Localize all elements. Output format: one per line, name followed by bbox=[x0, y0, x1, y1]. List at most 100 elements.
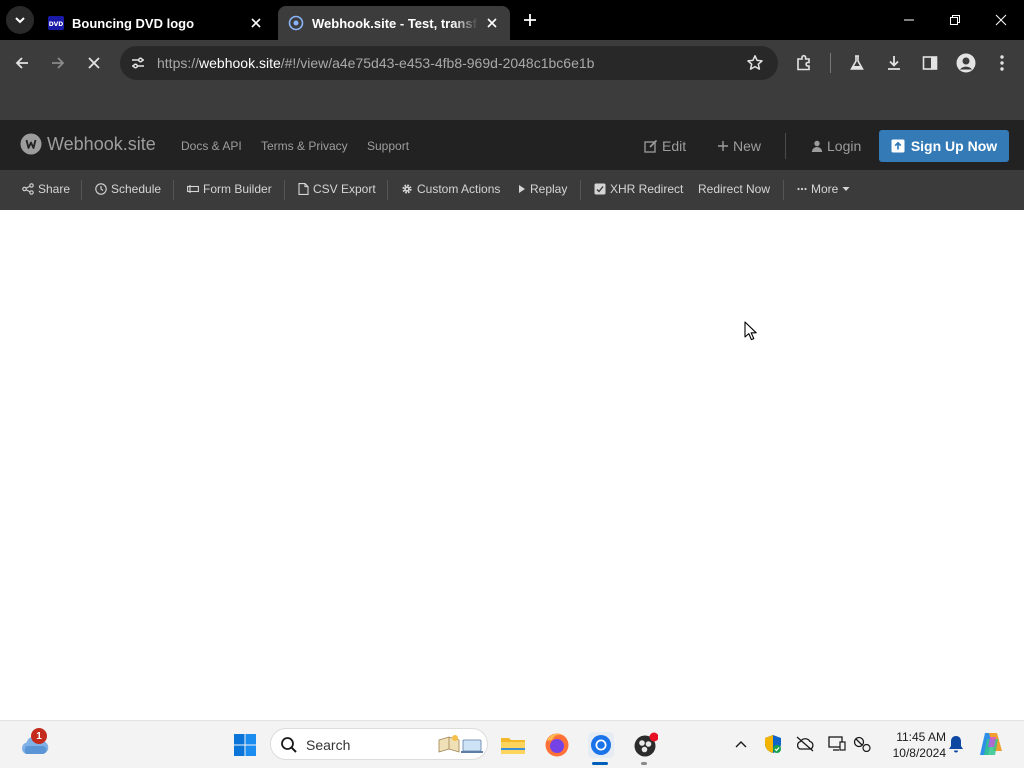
close-icon[interactable] bbox=[484, 15, 500, 31]
firefox-icon bbox=[545, 733, 569, 757]
clock-time: 11:45 AM bbox=[896, 730, 946, 744]
stop-loading-button[interactable] bbox=[78, 47, 110, 79]
edit-button[interactable]: Edit bbox=[644, 138, 686, 154]
tab-bouncing-dvd[interactable]: DVD Bouncing DVD logo bbox=[38, 6, 274, 40]
tab-title: Bouncing DVD logo bbox=[72, 15, 195, 31]
tab-title: Webhook.site - Test, transform bbox=[312, 15, 478, 31]
side-panel-icon bbox=[922, 56, 938, 70]
onedrive-tray-button[interactable] bbox=[795, 734, 815, 754]
checkbox-icon bbox=[594, 183, 606, 195]
play-icon bbox=[519, 185, 525, 193]
back-button[interactable] bbox=[6, 47, 38, 79]
search-icon bbox=[281, 737, 297, 753]
new-button[interactable]: New bbox=[717, 138, 761, 154]
brand-name: Webhook.site bbox=[47, 133, 156, 154]
plus-icon bbox=[718, 141, 728, 151]
nav-link-docs-api[interactable]: Docs & API bbox=[181, 139, 242, 153]
action-divider bbox=[81, 180, 82, 200]
form-builder-button[interactable]: Form Builder bbox=[187, 182, 272, 196]
obs-icon bbox=[634, 732, 658, 757]
network-tray-button[interactable] bbox=[852, 734, 872, 754]
xhr-redirect-toggle[interactable]: XHR Redirect bbox=[594, 182, 683, 196]
more-dropdown[interactable]: More bbox=[797, 182, 854, 196]
nav-link-support[interactable]: Support bbox=[367, 139, 409, 153]
svg-text:DVD: DVD bbox=[49, 21, 64, 28]
redirect-now-button[interactable]: Redirect Now bbox=[698, 182, 770, 196]
file-icon bbox=[298, 183, 309, 195]
action-divider bbox=[580, 180, 581, 200]
folder-icon bbox=[501, 738, 525, 754]
redirect-now-label: Redirect Now bbox=[698, 182, 771, 196]
cloud-off-icon bbox=[796, 736, 814, 752]
close-icon bbox=[88, 57, 100, 69]
custom-actions-button[interactable]: Custom Actions bbox=[401, 182, 500, 196]
plus-icon bbox=[524, 14, 536, 26]
url-domain: webhook.site bbox=[199, 55, 281, 71]
bookmark-star-icon[interactable] bbox=[744, 52, 766, 74]
chevron-down-icon bbox=[15, 17, 25, 24]
monitor-icon bbox=[828, 736, 846, 751]
login-button[interactable]: Login bbox=[811, 138, 861, 154]
browser-tabstrip: DVD Bouncing DVD logo Webhook.site - Tes… bbox=[0, 0, 1024, 40]
security-tray-button[interactable] bbox=[763, 734, 783, 754]
site-info-icon[interactable] bbox=[126, 51, 150, 75]
edit-icon bbox=[644, 139, 658, 153]
firefox-button[interactable] bbox=[542, 730, 572, 760]
chrome-button[interactable] bbox=[586, 730, 616, 760]
sign-up-label: Sign Up Now bbox=[910, 138, 998, 154]
notifications-button[interactable] bbox=[946, 734, 966, 754]
more-label: More bbox=[811, 182, 839, 196]
gear-icon bbox=[402, 184, 412, 194]
profile-button[interactable] bbox=[950, 47, 982, 79]
search-placeholder: Search bbox=[306, 737, 351, 753]
extensions-button[interactable] bbox=[788, 47, 820, 79]
schedule-button[interactable]: Schedule bbox=[95, 182, 161, 196]
puzzle-icon bbox=[797, 54, 810, 71]
custom-actions-label: Custom Actions bbox=[417, 182, 501, 196]
close-icon[interactable] bbox=[248, 15, 264, 31]
tab-search-button[interactable] bbox=[6, 6, 34, 34]
new-tab-button[interactable] bbox=[518, 8, 542, 32]
file-explorer-button[interactable] bbox=[498, 730, 528, 760]
nav-link-terms-privacy[interactable]: Terms & Privacy bbox=[261, 139, 348, 153]
network-disconnected-icon bbox=[853, 736, 871, 752]
new-label: New bbox=[733, 138, 762, 154]
brand-link[interactable]: Webhook.site bbox=[20, 133, 156, 155]
mouse-cursor-icon bbox=[744, 321, 757, 341]
restore-button[interactable] bbox=[932, 0, 978, 40]
replay-button[interactable]: Replay bbox=[518, 182, 567, 196]
share-button[interactable]: Share bbox=[22, 182, 70, 196]
system-clock[interactable]: 11:45 AM 10/8/2024 bbox=[880, 729, 946, 761]
show-hidden-icons-button[interactable] bbox=[731, 734, 751, 754]
flask-icon bbox=[850, 55, 864, 70]
start-button[interactable] bbox=[230, 730, 260, 760]
webhook-logo-icon bbox=[20, 133, 42, 155]
forward-button[interactable] bbox=[42, 47, 74, 79]
labs-button[interactable] bbox=[841, 47, 873, 79]
action-divider bbox=[284, 180, 285, 200]
ellipsis-icon bbox=[797, 187, 807, 191]
minimize-button[interactable] bbox=[886, 0, 932, 40]
sign-up-button[interactable]: Sign Up Now bbox=[879, 130, 1009, 162]
edit-label: Edit bbox=[662, 138, 687, 154]
form-icon bbox=[187, 185, 199, 193]
csv-export-button[interactable]: CSV Export bbox=[298, 182, 376, 196]
active-app-indicator bbox=[592, 762, 608, 765]
side-panel-button[interactable] bbox=[914, 47, 946, 79]
browser-menu-button[interactable] bbox=[986, 47, 1018, 79]
notification-badge: 1 bbox=[31, 728, 47, 744]
close-window-button[interactable] bbox=[978, 0, 1024, 40]
downloads-button[interactable] bbox=[878, 47, 910, 79]
windows-logo-icon bbox=[234, 734, 256, 756]
display-tray-button[interactable] bbox=[827, 734, 847, 754]
taskbar-search[interactable]: Search bbox=[270, 728, 488, 760]
address-bar[interactable]: https://webhook.site/#!/view/a4e75d43-e4… bbox=[120, 46, 778, 80]
arrow-left-icon bbox=[15, 57, 28, 69]
dvd-icon: DVD bbox=[48, 15, 64, 31]
obs-button[interactable] bbox=[630, 730, 660, 760]
search-highlight-icon bbox=[438, 735, 483, 753]
running-app-indicator bbox=[641, 762, 647, 765]
copilot-button[interactable] bbox=[978, 731, 1004, 757]
url-text: https://webhook.site/#!/view/a4e75d43-e4… bbox=[157, 55, 594, 71]
tab-webhook-site[interactable]: Webhook.site - Test, transform bbox=[278, 6, 510, 40]
